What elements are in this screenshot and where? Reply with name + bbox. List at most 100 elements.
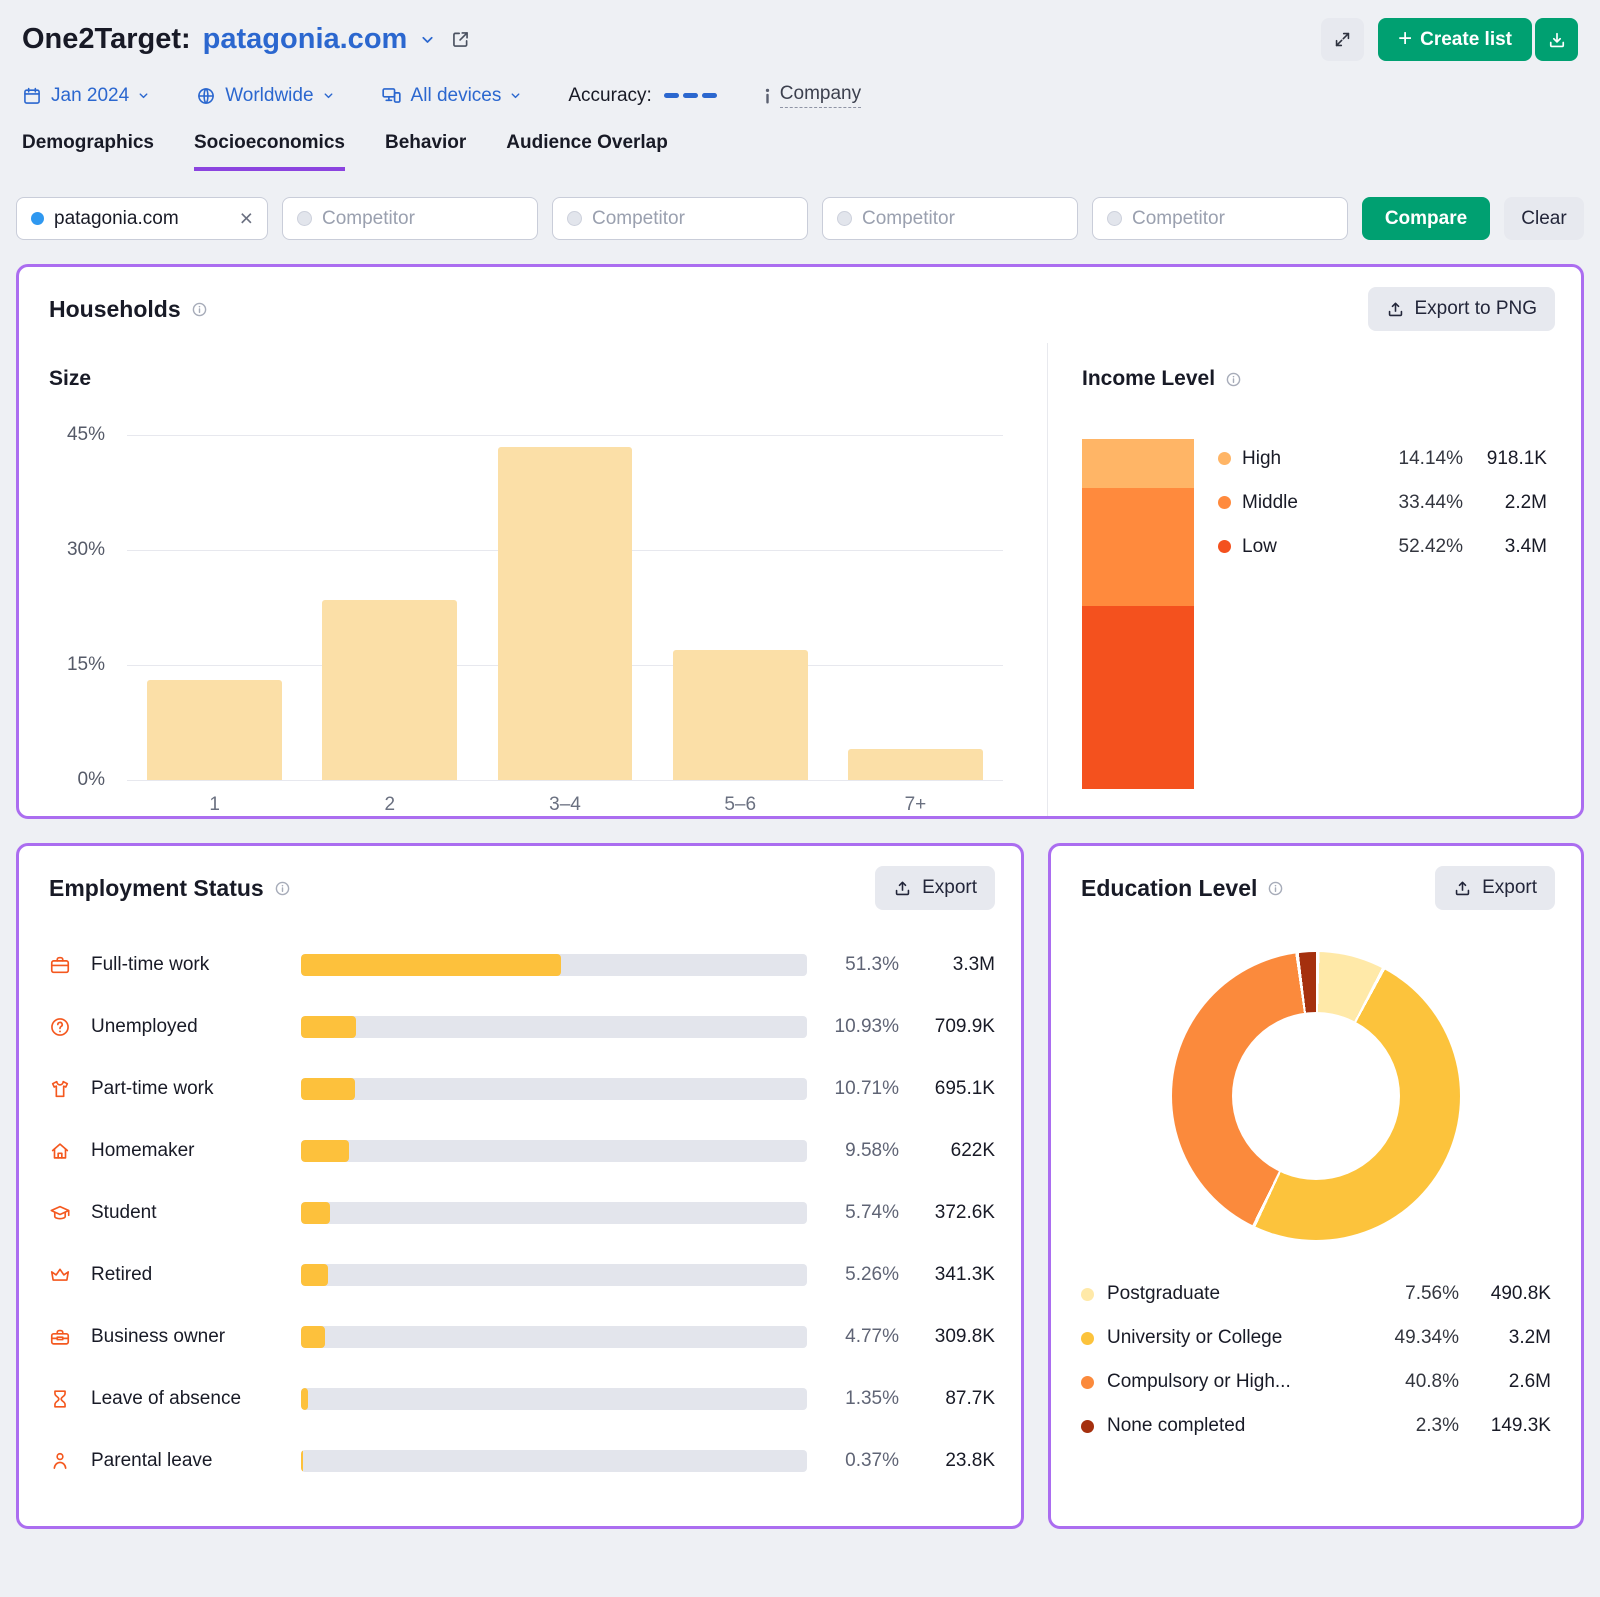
employment-label: Part-time work — [91, 1078, 301, 1100]
employment-percent: 10.93% — [807, 1016, 899, 1038]
fullscreen-button[interactable] — [1321, 18, 1364, 61]
employment-bar-fill — [301, 1078, 355, 1100]
employment-bar-fill — [301, 1202, 330, 1224]
size-x-label: 7+ — [828, 794, 1003, 816]
income-legend-row: Low52.42%3.4M — [1218, 529, 1547, 564]
employment-label: Homemaker — [91, 1140, 301, 1162]
income-legend: High14.14%918.1KMiddle33.44%2.2MLow52.42… — [1218, 439, 1547, 789]
legend-value: 3.2M — [1459, 1327, 1551, 1349]
legend-dot-icon — [1081, 1420, 1094, 1433]
employment-percent: 9.58% — [807, 1140, 899, 1162]
size-bar — [322, 600, 457, 780]
employment-bar-fill — [301, 1140, 349, 1162]
households-card: Households Export to PNG Size 45%30%15%0… — [16, 264, 1584, 819]
employment-bar-fill — [301, 1016, 356, 1038]
date-filter-label: Jan 2024 — [51, 85, 129, 107]
employment-percent: 1.35% — [807, 1388, 899, 1410]
tshirt-icon — [49, 1078, 91, 1100]
domain-link[interactable]: patagonia.com — [203, 23, 408, 56]
household-size-panel: Size 45%30%15%0% 123–45–67+ — [19, 343, 1047, 816]
region-filter[interactable]: Worldwide — [196, 85, 334, 107]
toolbox-icon — [49, 1326, 91, 1348]
employment-row: Full-time work51.3%3.3M — [49, 934, 995, 996]
date-filter[interactable]: Jan 2024 — [22, 85, 150, 107]
education-legend-row: University or College49.34%3.2M — [1081, 1320, 1551, 1356]
info-icon[interactable] — [274, 880, 291, 897]
employment-bar-fill — [301, 1326, 325, 1348]
download-button[interactable] — [1535, 18, 1578, 61]
employment-value: 309.8K — [899, 1326, 995, 1348]
info-icon[interactable] — [191, 301, 208, 318]
info-icon — [763, 87, 772, 105]
tab-audience-overlap[interactable]: Audience Overlap — [506, 132, 668, 171]
employment-rows: Full-time work51.3%3.3MUnemployed10.93%7… — [19, 922, 1021, 1492]
size-y-tick-label: 45% — [43, 424, 105, 446]
tab-socioeconomics[interactable]: Socioeconomics — [194, 132, 345, 171]
globe-icon — [196, 86, 216, 106]
create-list-label: Create list — [1420, 29, 1512, 51]
competitor-dot-icon — [297, 211, 312, 226]
size-x-label: 5–6 — [653, 794, 828, 816]
education-export-button[interactable]: Export — [1435, 866, 1555, 910]
create-list-button[interactable]: + Create list — [1378, 18, 1532, 61]
employment-value: 3.3M — [899, 954, 995, 976]
legend-percent: 49.34% — [1363, 1327, 1459, 1349]
external-link-icon[interactable] — [450, 29, 471, 50]
competitor-input-2[interactable]: Competitor — [552, 197, 808, 240]
employment-bar-track — [301, 1016, 807, 1038]
employment-bar-track — [301, 1140, 807, 1162]
remove-domain-icon[interactable]: × — [240, 207, 253, 230]
competitor-input-4[interactable]: Competitor — [1092, 197, 1348, 240]
employment-row: Retired5.26%341.3K — [49, 1244, 995, 1306]
employment-label: Student — [91, 1202, 301, 1224]
legend-percent: 7.56% — [1363, 1283, 1459, 1305]
tab-behavior[interactable]: Behavior — [385, 132, 466, 171]
legend-label: High — [1242, 448, 1371, 470]
competitor-placeholder: Competitor — [862, 208, 955, 230]
domain-chip[interactable]: patagonia.com × — [16, 197, 268, 240]
question-circle-icon — [49, 1016, 91, 1038]
company-link[interactable]: Company — [763, 83, 861, 108]
compare-button[interactable]: Compare — [1362, 197, 1490, 240]
competitor-input-1[interactable]: Competitor — [282, 197, 538, 240]
accuracy-bars-icon — [664, 93, 717, 98]
domain-chevron-down-icon[interactable] — [419, 31, 436, 48]
export-icon — [893, 879, 912, 898]
expand-icon — [1333, 30, 1352, 49]
size-bar — [673, 650, 808, 780]
employment-row: Student5.74%372.6K — [49, 1182, 995, 1244]
education-legend-row: Postgraduate7.56%490.8K — [1081, 1276, 1551, 1312]
size-bar-slot — [302, 435, 477, 780]
competitor-placeholder: Competitor — [592, 208, 685, 230]
size-bar — [147, 680, 282, 780]
clear-button[interactable]: Clear — [1504, 197, 1584, 240]
competitor-input-3[interactable]: Competitor — [822, 197, 1078, 240]
size-bar — [848, 749, 983, 780]
employment-export-button[interactable]: Export — [875, 866, 995, 910]
employment-percent: 4.77% — [807, 1326, 899, 1348]
income-legend-row: High14.14%918.1K — [1218, 441, 1547, 476]
info-icon[interactable] — [1225, 371, 1242, 388]
legend-label: None completed — [1107, 1415, 1363, 1437]
employment-bar-track — [301, 954, 807, 976]
legend-dot-icon — [1081, 1288, 1094, 1301]
employment-value: 622K — [899, 1140, 995, 1162]
region-chevron-down-icon — [322, 89, 335, 102]
households-title: Households — [49, 296, 181, 323]
page-title: One2Target: — [22, 23, 191, 56]
legend-label: Compulsory or High... — [1107, 1371, 1363, 1393]
domain-chip-label: patagonia.com — [54, 208, 179, 230]
info-icon[interactable] — [1267, 880, 1284, 897]
employment-label: Unemployed — [91, 1016, 301, 1038]
employment-row: Part-time work10.71%695.1K — [49, 1058, 995, 1120]
legend-percent: 40.8% — [1363, 1371, 1459, 1393]
education-level-card: Education Level Export Postgraduate7.56%… — [1048, 843, 1584, 1529]
employment-title: Employment Status — [49, 875, 264, 902]
employment-value: 341.3K — [899, 1264, 995, 1286]
tab-demographics[interactable]: Demographics — [22, 132, 154, 171]
title-row: One2Target: patagonia.com + Create list — [16, 18, 1584, 61]
device-filter[interactable]: All devices — [381, 85, 523, 107]
size-bar-chart: 45%30%15%0% 123–45–67+ — [49, 435, 1003, 816]
export-png-button[interactable]: Export to PNG — [1368, 287, 1556, 331]
domain-dot-icon — [31, 212, 44, 225]
